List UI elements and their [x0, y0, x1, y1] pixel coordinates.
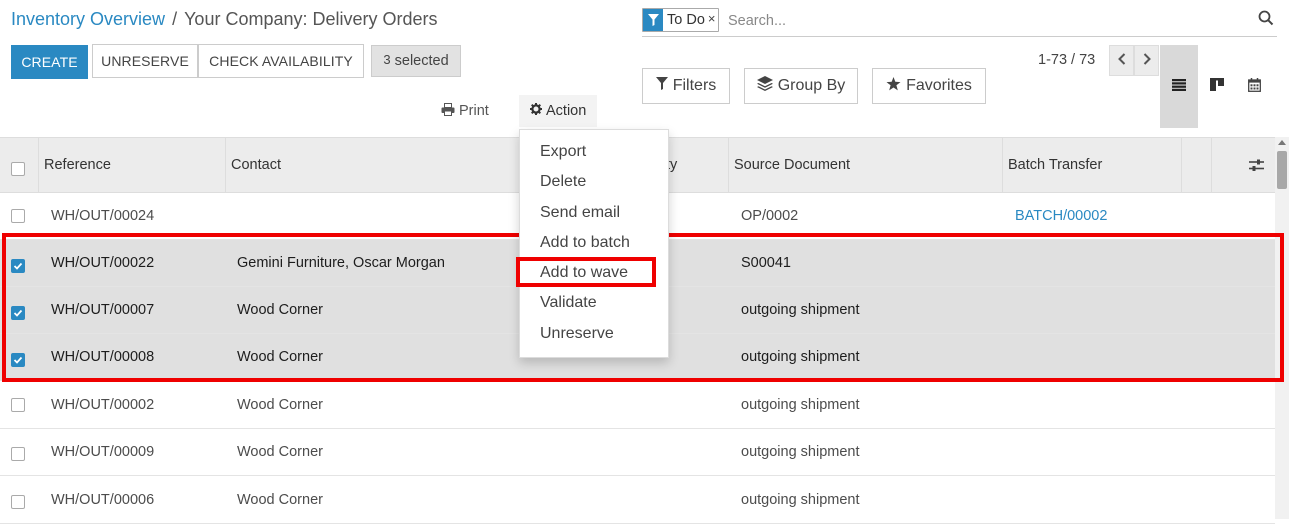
column-header-batch-transfer[interactable]: Batch Transfer: [1002, 138, 1102, 193]
cell-batch-transfer-link[interactable]: BATCH/00002: [1015, 193, 1107, 240]
menu-item-add-to-batch[interactable]: Add to batch: [520, 228, 668, 258]
selected-count-badge: 3 selected: [371, 45, 461, 77]
calendar-view-icon: [1247, 77, 1261, 96]
cell-contact: Wood Corner: [237, 349, 323, 365]
action-menu-toggle[interactable]: Action: [519, 95, 598, 127]
cell-contact: Gemini Furniture, Oscar Morgan: [237, 255, 445, 271]
row-checkbox[interactable]: [11, 447, 25, 461]
pager-value[interactable]: 1-73 / 73: [1038, 52, 1095, 68]
menu-item-delete[interactable]: Delete: [520, 167, 668, 197]
breadcrumb-parent-link[interactable]: Inventory Overview: [11, 9, 165, 29]
search-bar: To Do ×: [642, 6, 1277, 37]
create-button[interactable]: CREATE: [11, 45, 88, 79]
filter-icon: [643, 9, 663, 31]
cell-reference: WH/OUT/00024: [51, 208, 155, 224]
menu-item-unreserve[interactable]: Unreserve: [520, 319, 668, 349]
chevron-right-icon: [1143, 52, 1151, 69]
selected-text: selected: [394, 53, 449, 69]
menu-item-export[interactable]: Export: [520, 137, 668, 167]
column-header-contact[interactable]: Contact: [225, 138, 281, 193]
row-checkbox[interactable]: [11, 209, 25, 223]
table-scrollbar[interactable]: [1275, 137, 1289, 519]
check-availability-button[interactable]: CHECK AVAILABILITY: [198, 44, 364, 78]
list-view-button[interactable]: [1160, 45, 1198, 128]
print-button[interactable]: Print: [441, 95, 489, 127]
menu-item-send-email[interactable]: Send email: [520, 198, 668, 228]
filter-icon: [655, 77, 668, 95]
row-checkbox[interactable]: [11, 259, 25, 273]
favorites-button[interactable]: Favorites: [872, 68, 986, 104]
cell-source-document: outgoing shipment: [741, 397, 860, 413]
action-dropdown-menu: Export Delete Send email Add to batch Ad…: [519, 129, 669, 358]
row-checkbox[interactable]: [11, 306, 25, 320]
cell-source-document: outgoing shipment: [741, 349, 860, 365]
list-view-icon: [1172, 78, 1186, 95]
chevron-left-icon: [1117, 52, 1126, 69]
kanban-view-button[interactable]: [1198, 45, 1236, 128]
cell-source-document: S00041: [741, 255, 791, 271]
select-all-checkbox[interactable]: [11, 162, 25, 176]
pager-previous-button[interactable]: [1109, 45, 1134, 76]
column-header-source-document[interactable]: Source Document: [728, 138, 850, 193]
cell-reference: WH/OUT/00008: [51, 349, 155, 365]
page-title: Your Company: Delivery Orders: [184, 9, 438, 29]
favorites-label: Favorites: [906, 77, 972, 94]
facet-label: To Do: [667, 12, 705, 28]
kanban-view-icon: [1210, 78, 1224, 95]
printer-icon: [441, 102, 455, 120]
column-divider: [1181, 138, 1182, 193]
selected-count: 3: [383, 51, 391, 67]
scrollbar-thumb[interactable]: [1277, 151, 1287, 189]
pager-next-button[interactable]: [1134, 45, 1159, 76]
row-checkbox[interactable]: [11, 398, 25, 412]
cell-reference: WH/OUT/00009: [51, 444, 155, 460]
row-checkbox[interactable]: [11, 495, 25, 509]
action-label: Action: [546, 103, 587, 119]
breadcrumb: Inventory Overview / Your Company: Deliver…: [11, 9, 438, 30]
calendar-view-button[interactable]: [1235, 45, 1273, 128]
menu-item-add-to-wave[interactable]: Add to wave: [520, 258, 668, 288]
cell-reference: WH/OUT/00002: [51, 397, 155, 413]
cell-contact: Wood Corner: [237, 302, 323, 318]
table-row[interactable]: WH/OUT/00002 Wood Corner outgoing shipme…: [0, 382, 1275, 429]
cell-source-document: outgoing shipment: [741, 444, 860, 460]
table-row[interactable]: WH/OUT/00006 Wood Corner outgoing shipme…: [0, 477, 1275, 524]
cell-reference: WH/OUT/00022: [51, 255, 155, 271]
cell-reference: WH/OUT/00007: [51, 302, 155, 318]
table-row[interactable]: WH/OUT/00009 Wood Corner outgoing shipme…: [0, 429, 1275, 476]
cell-source-document: outgoing shipment: [741, 302, 860, 318]
layers-icon: [756, 76, 773, 96]
filters-button[interactable]: Filters: [642, 68, 730, 104]
cell-reference: WH/OUT/00006: [51, 492, 155, 508]
group-by-label: Group By: [777, 77, 846, 94]
column-divider: [1211, 138, 1212, 193]
group-by-button[interactable]: Group By: [744, 68, 858, 104]
unreserve-button[interactable]: UNRESERVE: [92, 44, 198, 78]
cell-contact: Wood Corner: [237, 444, 323, 460]
search-facet-todo: To Do ×: [642, 8, 720, 32]
gear-icon: [530, 103, 542, 119]
column-header-reference[interactable]: Reference: [38, 138, 111, 193]
star-icon: [886, 76, 901, 96]
cell-contact: Wood Corner: [237, 397, 323, 413]
filters-label: Filters: [672, 77, 717, 94]
search-input[interactable]: [726, 9, 1226, 33]
cell-source-document: outgoing shipment: [741, 492, 860, 508]
cell-contact: Wood Corner: [237, 492, 323, 508]
row-checkbox[interactable]: [11, 353, 25, 367]
menu-item-validate[interactable]: Validate: [520, 288, 668, 318]
search-icon[interactable]: [1258, 10, 1274, 30]
scroll-up-arrow-icon[interactable]: [1278, 140, 1286, 145]
print-label: Print: [459, 103, 489, 119]
facet-remove-icon[interactable]: ×: [707, 9, 719, 31]
breadcrumb-separator: /: [172, 9, 178, 29]
optional-columns-toggle-icon[interactable]: [1249, 159, 1264, 176]
cell-source-document: OP/0002: [741, 208, 799, 224]
